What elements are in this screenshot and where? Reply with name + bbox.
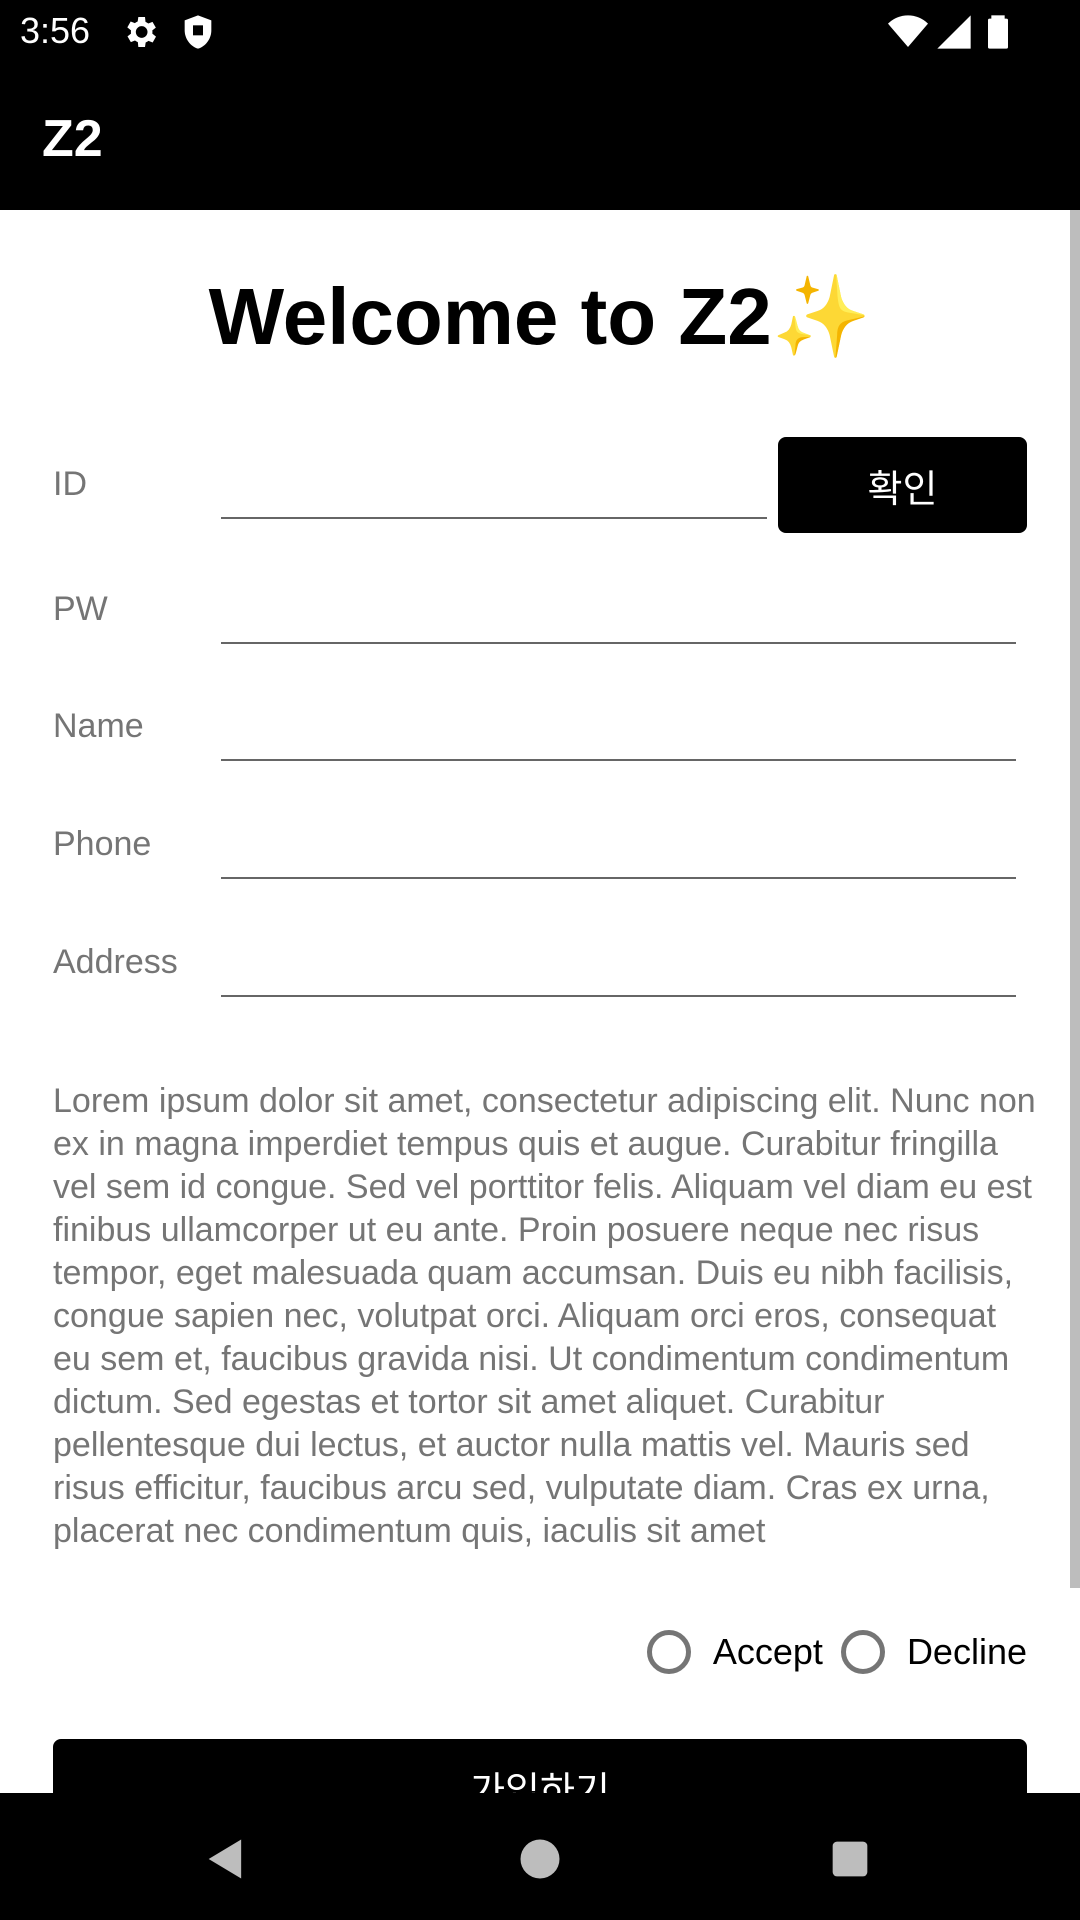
signal-icon: [937, 15, 971, 49]
signup-button[interactable]: 가입하기: [53, 1739, 1027, 1793]
back-icon[interactable]: [200, 1833, 252, 1885]
app-title: Z2: [42, 110, 103, 168]
consent-radio-group: Accept Decline: [629, 1630, 1027, 1674]
accept-radio-circle[interactable]: [646, 1630, 691, 1674]
wifi-icon: [888, 15, 928, 47]
terms-clip: Lorem ipsum dolor sit amet, consectetur …: [0, 210, 1070, 1588]
battery-icon: [988, 15, 1008, 49]
recents-icon[interactable]: [824, 1833, 876, 1885]
decline-label: Decline: [906, 1631, 1027, 1672]
home-icon[interactable]: [514, 1833, 566, 1885]
status-time: 3:56: [20, 10, 91, 51]
terms-text: Lorem ipsum dolor sit amet, consectetur …: [53, 1082, 1036, 1550]
scrollbar[interactable]: [1070, 210, 1080, 1588]
status-bar: 3:56: [0, 0, 1080, 63]
decline-radio[interactable]: Decline: [840, 1630, 1027, 1674]
accept-label: Accept: [712, 1631, 823, 1672]
app-bar: Z2: [0, 63, 1080, 210]
shield-icon: [184, 15, 212, 49]
gear-icon: [127, 17, 156, 47]
signup-form-scroll[interactable]: Welcome to Z2✨ ID 확인 PW Name Phone Addre…: [0, 210, 1070, 1793]
nav-bar: [0, 1793, 1080, 1920]
accept-radio[interactable]: Accept: [646, 1630, 823, 1674]
decline-radio-circle[interactable]: [840, 1630, 885, 1674]
